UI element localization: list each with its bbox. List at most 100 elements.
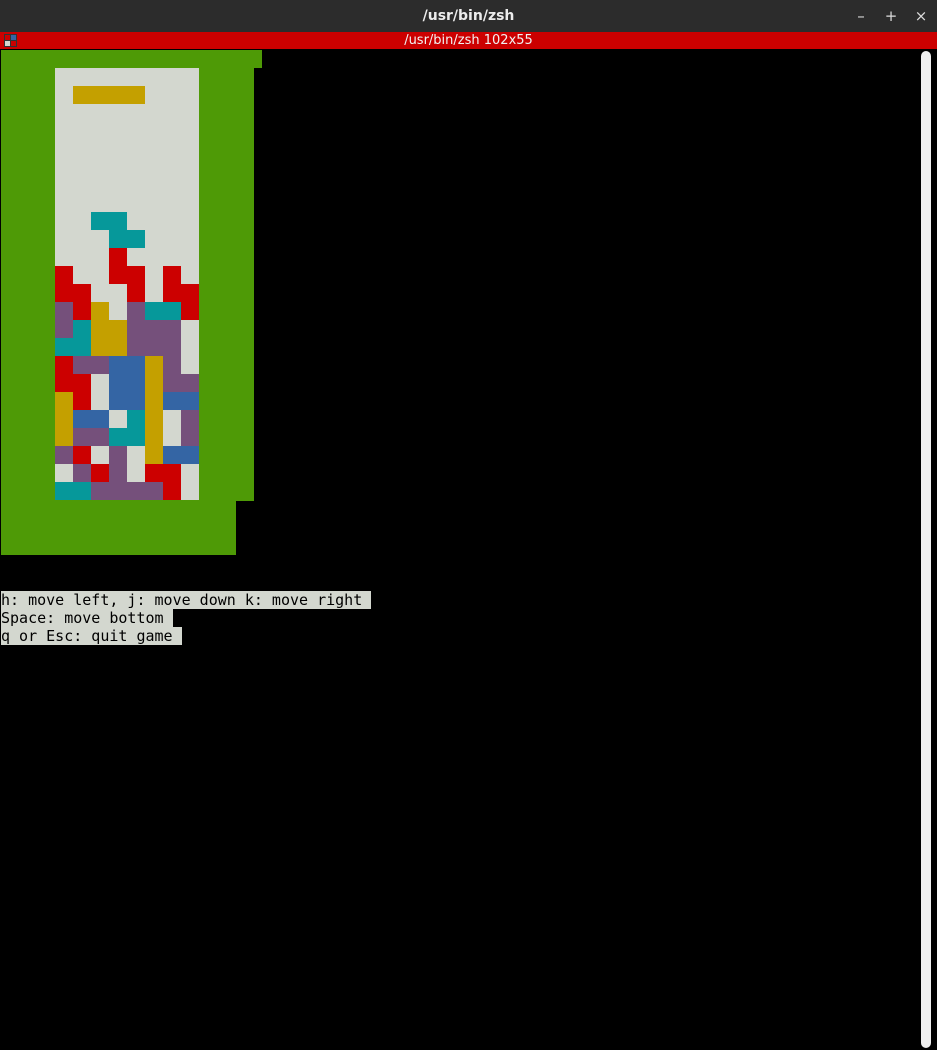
empty-cell xyxy=(91,158,110,177)
wall-cell xyxy=(199,50,218,69)
wall-cell xyxy=(199,464,218,483)
wall-cell xyxy=(37,482,56,501)
empty-cell xyxy=(145,284,164,303)
wall-cell xyxy=(19,284,38,303)
wall-cell xyxy=(1,482,20,501)
wall-cell xyxy=(235,410,254,429)
blue-block xyxy=(163,446,182,465)
empty-cell xyxy=(145,104,164,123)
empty-cell xyxy=(55,122,74,141)
empty-cell xyxy=(55,158,74,177)
wall-cell xyxy=(1,248,20,267)
wall-cell xyxy=(1,68,20,87)
empty-cell xyxy=(109,122,128,141)
wall-cell xyxy=(19,230,38,249)
purple-block xyxy=(127,302,146,321)
empty-cell xyxy=(127,140,146,159)
wall-cell xyxy=(19,536,38,555)
wall-cell xyxy=(73,518,92,537)
red-block xyxy=(127,266,146,285)
empty-cell xyxy=(163,86,182,105)
window-titlebar[interactable]: /usr/bin/zsh – + × xyxy=(0,0,937,32)
wall-cell xyxy=(199,158,218,177)
purple-block xyxy=(163,320,182,339)
wall-cell xyxy=(235,266,254,285)
purple-block xyxy=(181,374,200,393)
wall-cell xyxy=(19,392,38,411)
empty-cell xyxy=(127,68,146,87)
wall-cell xyxy=(91,50,110,69)
empty-cell xyxy=(55,86,74,105)
wall-cell xyxy=(127,500,146,519)
minimize-button[interactable]: – xyxy=(851,6,871,26)
wall-cell xyxy=(217,176,236,195)
wall-cell xyxy=(37,392,56,411)
empty-cell xyxy=(91,140,110,159)
wall-cell xyxy=(37,410,56,429)
yellow-block xyxy=(127,86,146,105)
cyan-block xyxy=(91,212,110,231)
cyan-block xyxy=(109,230,128,249)
empty-cell xyxy=(163,122,182,141)
purple-block xyxy=(73,464,92,483)
wall-cell xyxy=(19,500,38,519)
purple-block xyxy=(145,338,164,357)
wall-cell xyxy=(199,482,218,501)
empty-cell xyxy=(109,140,128,159)
cyan-block xyxy=(73,320,92,339)
wall-cell xyxy=(37,374,56,393)
empty-cell xyxy=(91,446,110,465)
wall-cell xyxy=(199,446,218,465)
maximize-button[interactable]: + xyxy=(881,6,901,26)
empty-cell xyxy=(145,86,164,105)
help-line-quit: q or Esc: quit game xyxy=(1,627,182,645)
wall-cell xyxy=(37,230,56,249)
wall-cell xyxy=(235,392,254,411)
terminal-scrollbar[interactable] xyxy=(920,49,937,1050)
wall-cell xyxy=(127,50,146,69)
wall-cell xyxy=(163,536,182,555)
wall-cell xyxy=(217,302,236,321)
empty-cell xyxy=(55,176,74,195)
empty-cell xyxy=(55,194,74,213)
wall-cell xyxy=(199,392,218,411)
empty-cell xyxy=(55,68,74,87)
wall-cell xyxy=(199,428,218,447)
empty-cell xyxy=(145,140,164,159)
wall-cell xyxy=(199,266,218,285)
red-block xyxy=(55,374,74,393)
wall-cell xyxy=(217,266,236,285)
yellow-block xyxy=(55,410,74,429)
wall-cell xyxy=(19,68,38,87)
terminal-tab[interactable]: /usr/bin/zsh 102x55 xyxy=(0,32,937,49)
empty-cell xyxy=(91,284,110,303)
purple-block xyxy=(109,464,128,483)
empty-cell xyxy=(181,356,200,375)
wall-cell xyxy=(109,518,128,537)
wall-cell xyxy=(181,50,200,69)
empty-cell xyxy=(55,464,74,483)
empty-cell xyxy=(181,86,200,105)
red-block xyxy=(73,302,92,321)
wall-cell xyxy=(235,212,254,231)
empty-cell xyxy=(181,140,200,159)
red-block xyxy=(145,464,164,483)
yellow-block xyxy=(109,320,128,339)
empty-cell xyxy=(181,482,200,501)
wall-cell xyxy=(235,374,254,393)
wall-cell xyxy=(1,518,20,537)
yellow-block xyxy=(91,320,110,339)
wall-cell xyxy=(181,500,200,519)
close-button[interactable]: × xyxy=(911,6,931,26)
purple-block xyxy=(91,428,110,447)
terminal-output[interactable]: h: move left, j: move down k: move right… xyxy=(0,49,919,1050)
scrollbar-thumb[interactable] xyxy=(921,51,931,1048)
wall-cell xyxy=(19,212,38,231)
wall-cell xyxy=(55,500,74,519)
wall-cell xyxy=(235,320,254,339)
help-line-movement: h: move left, j: move down k: move right xyxy=(1,591,372,609)
yellow-block xyxy=(109,338,128,357)
wall-cell xyxy=(217,284,236,303)
empty-cell xyxy=(55,230,74,249)
wall-cell xyxy=(37,50,56,69)
